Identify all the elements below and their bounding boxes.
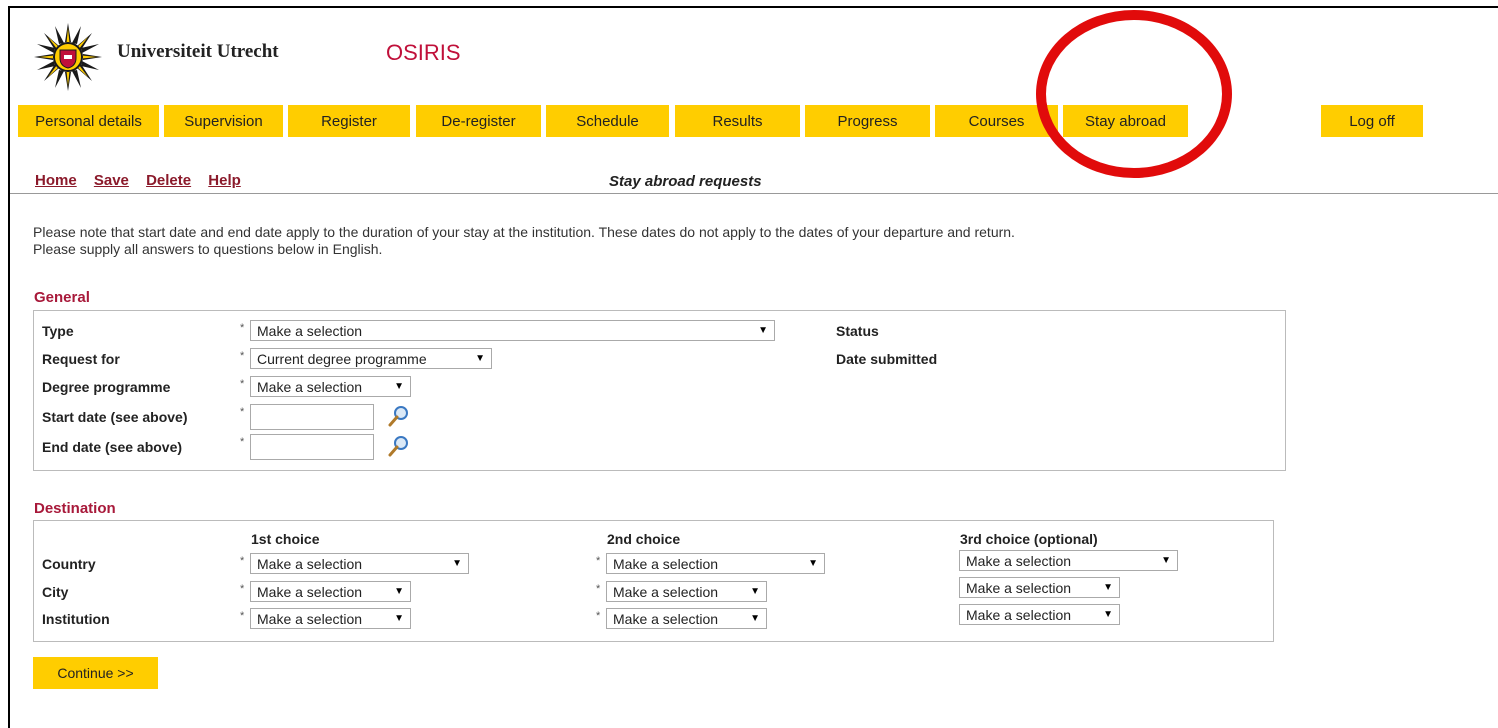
notice-line-2: Please supply all answers to questions b… — [33, 241, 383, 257]
triangle-down-icon: ▼ — [808, 558, 818, 569]
required-mark: * — [240, 610, 245, 622]
third-institution-select[interactable]: Make a selection ▼ — [959, 604, 1120, 625]
magnifier-icon[interactable] — [387, 434, 411, 458]
request-for-select[interactable]: Current degree programme ▼ — [250, 348, 492, 369]
triangle-down-icon: ▼ — [1161, 555, 1171, 566]
required-mark: * — [596, 555, 601, 567]
status-label: Status — [836, 323, 879, 339]
city-label: City — [42, 584, 69, 600]
home-link[interactable]: Home — [35, 172, 77, 189]
nav-progress[interactable]: Progress — [805, 105, 930, 137]
required-mark: * — [240, 350, 245, 362]
first-country-select[interactable]: Make a selection ▼ — [250, 553, 469, 574]
country-label: Country — [42, 556, 96, 572]
divider — [10, 193, 1498, 194]
date-submitted-label: Date submitted — [836, 351, 938, 367]
required-mark: * — [596, 583, 601, 595]
triangle-down-icon: ▼ — [750, 613, 760, 624]
required-mark: * — [240, 378, 245, 390]
first-country-value: Make a selection — [257, 555, 363, 572]
end-date-label: End date (see above) — [42, 439, 183, 455]
degree-programme-select-value: Make a selection — [257, 378, 363, 395]
first-city-select[interactable]: Make a selection ▼ — [250, 581, 411, 602]
destination-section-title: Destination — [34, 500, 116, 517]
general-section-title: General — [34, 289, 90, 306]
required-mark: * — [240, 406, 245, 418]
required-mark: * — [596, 610, 601, 622]
required-mark: * — [240, 322, 245, 334]
nav-stay-abroad[interactable]: Stay abroad — [1063, 105, 1188, 137]
request-for-select-value: Current degree programme — [257, 350, 427, 367]
triangle-down-icon: ▼ — [452, 558, 462, 569]
second-city-value: Make a selection — [613, 583, 719, 600]
magnifier-icon[interactable] — [387, 404, 411, 428]
second-institution-select[interactable]: Make a selection ▼ — [606, 608, 767, 629]
first-city-value: Make a selection — [257, 583, 363, 600]
nav-results[interactable]: Results — [675, 105, 800, 137]
third-choice-heading: 3rd choice (optional) — [960, 531, 1098, 547]
institution-label: Institution — [42, 611, 110, 627]
nav-log-off[interactable]: Log off — [1321, 105, 1423, 137]
required-mark: * — [240, 436, 245, 448]
triangle-down-icon: ▼ — [394, 586, 404, 597]
nav-register[interactable]: Register — [288, 105, 410, 137]
page-title: Stay abroad requests — [609, 173, 762, 190]
notice-text: Please note that start date and end date… — [33, 224, 1015, 258]
start-date-label: Start date (see above) — [42, 409, 188, 425]
required-mark: * — [240, 583, 245, 595]
continue-button[interactable]: Continue >> — [33, 657, 158, 689]
first-institution-select[interactable]: Make a selection ▼ — [250, 608, 411, 629]
triangle-down-icon: ▼ — [750, 586, 760, 597]
triangle-down-icon: ▼ — [394, 613, 404, 624]
university-name: Universiteit Utrecht — [117, 41, 279, 62]
triangle-down-icon: ▼ — [758, 325, 768, 336]
end-date-input[interactable] — [250, 434, 374, 460]
request-for-label: Request for — [42, 351, 120, 367]
degree-programme-label: Degree programme — [42, 379, 171, 395]
second-choice-heading: 2nd choice — [607, 531, 681, 547]
triangle-down-icon: ▼ — [394, 381, 404, 392]
triangle-down-icon: ▼ — [1103, 582, 1113, 593]
third-institution-value: Make a selection — [966, 606, 1072, 623]
triangle-down-icon: ▼ — [1103, 609, 1113, 620]
university-logo — [34, 23, 102, 91]
triangle-down-icon: ▼ — [475, 353, 485, 364]
type-label: Type — [42, 323, 74, 339]
second-country-value: Make a selection — [613, 555, 719, 572]
first-choice-heading: 1st choice — [251, 531, 320, 547]
app-name: OSIRIS — [386, 40, 461, 65]
nav-supervision[interactable]: Supervision — [164, 105, 283, 137]
third-country-value: Make a selection — [966, 552, 1072, 569]
required-mark: * — [240, 555, 245, 567]
delete-link[interactable]: Delete — [146, 172, 191, 189]
second-institution-value: Make a selection — [613, 610, 719, 627]
start-date-input[interactable] — [250, 404, 374, 430]
notice-line-1: Please note that start date and end date… — [33, 224, 1015, 240]
first-institution-value: Make a selection — [257, 610, 363, 627]
third-city-value: Make a selection — [966, 579, 1072, 596]
toolbar: Home Save Delete Help — [35, 172, 254, 189]
third-city-select[interactable]: Make a selection ▼ — [959, 577, 1120, 598]
second-city-select[interactable]: Make a selection ▼ — [606, 581, 767, 602]
third-country-select[interactable]: Make a selection ▼ — [959, 550, 1178, 571]
second-country-select[interactable]: Make a selection ▼ — [606, 553, 825, 574]
save-link[interactable]: Save — [94, 172, 129, 189]
nav-courses[interactable]: Courses — [935, 105, 1058, 137]
nav-de-register[interactable]: De-register — [416, 105, 541, 137]
nav-personal-details[interactable]: Personal details — [18, 105, 159, 137]
type-select-value: Make a selection — [257, 322, 363, 339]
help-link[interactable]: Help — [208, 172, 241, 189]
degree-programme-select[interactable]: Make a selection ▼ — [250, 376, 411, 397]
type-select[interactable]: Make a selection ▼ — [250, 320, 775, 341]
nav-schedule[interactable]: Schedule — [546, 105, 669, 137]
